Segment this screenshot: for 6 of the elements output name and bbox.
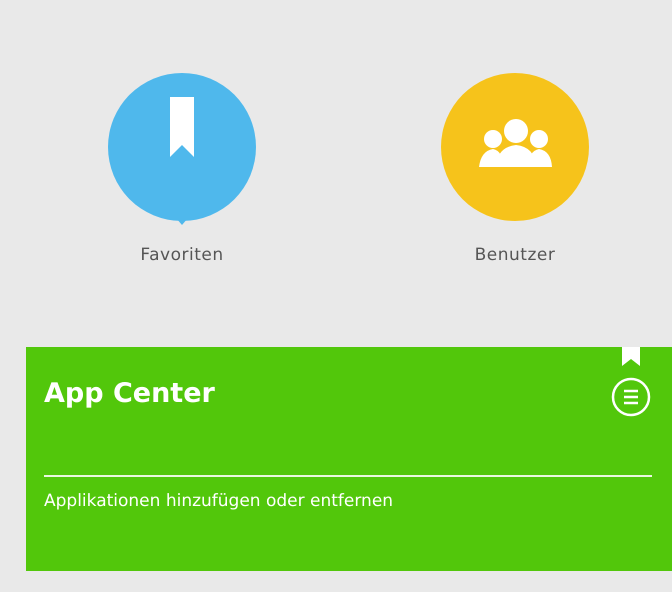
menu-icon[interactable] <box>611 377 651 417</box>
card-description: Applikationen hinzufügen oder entfernen <box>44 491 394 511</box>
speech-bubble-bookmark-icon[interactable] <box>108 73 256 225</box>
tile-label: Benutzer <box>474 245 556 265</box>
card-title: App Center <box>44 378 215 408</box>
tile-label: Favoriten <box>140 245 224 265</box>
